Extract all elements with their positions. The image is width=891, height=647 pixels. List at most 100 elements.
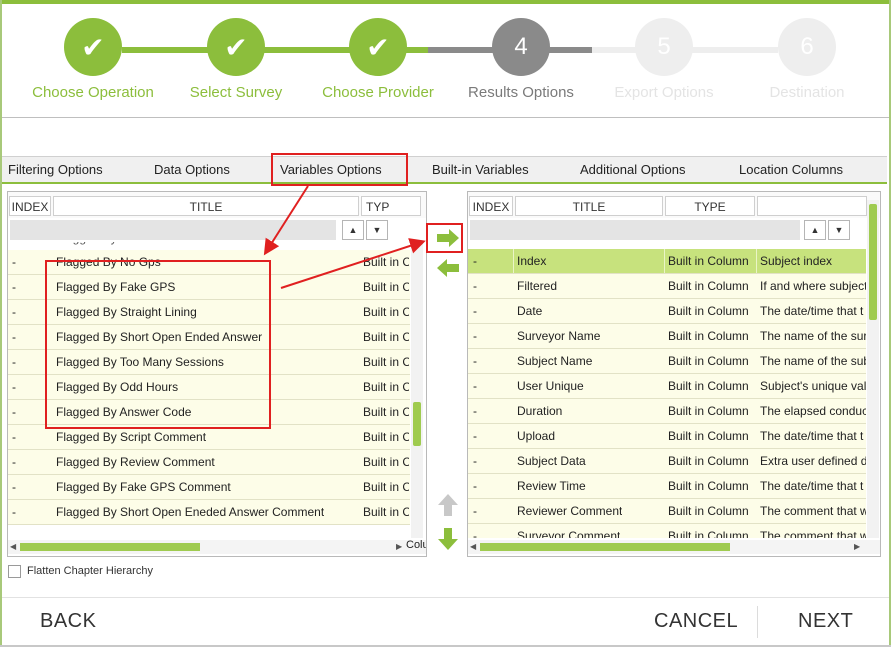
selected-variables-grid: INDEX TITLE TYPE ▲ ▼ - Index Built in Co… <box>467 191 881 557</box>
sort-ascending-button[interactable]: ▲ <box>342 220 364 240</box>
footer-button-separator <box>757 606 758 638</box>
row-index: - <box>473 329 477 343</box>
sort-ascending-button[interactable]: ▲ <box>804 220 826 240</box>
column-header-index[interactable]: INDEX <box>9 196 51 216</box>
row-index: - <box>12 305 16 319</box>
sort-descending-button[interactable]: ▼ <box>828 220 850 240</box>
row-index: - <box>12 505 16 519</box>
column-header-description[interactable] <box>757 196 867 216</box>
column-overflow-text: Colu <box>406 539 427 551</box>
scrollbar-thumb[interactable] <box>869 204 877 320</box>
scrollbar-thumb[interactable] <box>480 543 730 551</box>
annotation-box-rows <box>45 260 271 429</box>
tab-built-in-variables[interactable]: Built-in Variables <box>432 157 529 183</box>
row-type: Built in C <box>363 380 409 394</box>
sort-descending-button[interactable]: ▼ <box>366 220 388 240</box>
tab-additional-options[interactable]: Additional Options <box>580 157 686 183</box>
table-row[interactable]: - User Unique Built in Column Subject's … <box>468 374 866 399</box>
column-header-type[interactable]: TYPE <box>665 196 755 216</box>
step-choose-operation[interactable]: ✔ Choose Operation <box>18 18 168 101</box>
checkmark-icon: ✔ <box>207 18 265 76</box>
table-row[interactable]: - Subject Data Built in Column Extra use… <box>468 449 866 474</box>
scrollbar-thumb[interactable] <box>20 543 200 551</box>
row-type: Built in Column <box>668 279 749 293</box>
step-results-options[interactable]: 4 Results Options <box>446 18 596 101</box>
row-type: Built in Column <box>668 529 749 538</box>
table-row[interactable]: - Reviewer Comment Built in Column The c… <box>468 499 866 524</box>
filter-input[interactable] <box>470 220 800 240</box>
arrow-down-icon <box>438 528 458 550</box>
row-type: Built in C <box>363 480 409 494</box>
flatten-label: Flatten Chapter Hierarchy <box>27 565 153 577</box>
row-index: - <box>473 429 477 443</box>
table-row[interactable]: - Review Time Built in Column The date/t… <box>468 474 866 499</box>
table-row[interactable]: - Subject Name Built in Column The name … <box>468 349 866 374</box>
move-up-button[interactable] <box>434 492 462 518</box>
step-choose-provider[interactable]: ✔ Choose Provider <box>303 18 453 101</box>
row-type: Built in C <box>363 455 409 469</box>
table-row[interactable]: - Duration Built in Column The elapsed c… <box>468 399 866 424</box>
vertical-scrollbar[interactable] <box>867 200 879 538</box>
table-row[interactable]: - Upload Built in Column The date/time t… <box>468 424 866 449</box>
scrollbar-thumb[interactable] <box>413 402 421 446</box>
row-index: - <box>12 455 16 469</box>
remove-variable-button[interactable] <box>434 255 462 281</box>
column-header-title[interactable]: TITLE <box>515 196 663 216</box>
table-row[interactable]: - Surveyor Name Built in Column The name… <box>468 324 866 349</box>
table-row-partial[interactable]: Flagged By ... <box>8 242 410 250</box>
tab-data-options[interactable]: Data Options <box>154 157 230 183</box>
grid-rows: - Index Built in Column Subject index - … <box>468 242 880 538</box>
scroll-left-arrow-icon[interactable]: ◀ <box>470 542 476 551</box>
filter-row: ▲ ▼ <box>8 218 426 242</box>
move-down-button[interactable] <box>434 526 462 552</box>
step-number: 5 <box>635 18 693 76</box>
table-row[interactable]: - Flagged By Review Comment Built in C <box>8 450 410 475</box>
step-select-survey[interactable]: ✔ Select Survey <box>161 18 311 101</box>
arrow-left-icon <box>437 259 459 277</box>
row-title: Flagged By Short Open Eneded Answer Comm… <box>56 505 325 519</box>
table-row[interactable]: - Flagged By Fake GPS Comment Built in C <box>8 475 410 500</box>
row-type: Built in Column <box>668 329 749 343</box>
table-row[interactable]: - Date Built in Column The date/time tha… <box>468 299 866 324</box>
filter-input[interactable] <box>10 220 336 240</box>
scroll-right-arrow-icon[interactable]: ▶ <box>854 542 860 551</box>
grid-header: INDEX TITLE TYPE <box>468 192 880 218</box>
table-row[interactable]: - Surveyor Comment Built in Column The c… <box>468 524 866 538</box>
row-type: Built in C <box>363 355 409 369</box>
next-button[interactable]: NEXT <box>798 610 853 633</box>
table-row[interactable]: - Filtered Built in Column If and where … <box>468 274 866 299</box>
row-title: Subject Data <box>517 454 586 468</box>
table-row-selected[interactable]: - Index Built in Column Subject index <box>468 249 866 274</box>
scroll-left-arrow-icon[interactable]: ◀ <box>10 542 16 551</box>
back-button[interactable]: BACK <box>40 610 96 633</box>
row-index: - <box>12 380 16 394</box>
row-description: Subject's unique val <box>760 379 866 393</box>
row-type: Built in Column <box>668 454 749 468</box>
step-label: Select Survey <box>189 84 283 101</box>
row-index: - <box>473 454 477 468</box>
flatten-chapter-option[interactable]: Flatten Chapter Hierarchy <box>8 563 153 579</box>
step-label: Results Options <box>468 84 574 101</box>
tab-location-columns[interactable]: Location Columns <box>739 157 843 183</box>
scroll-right-arrow-icon[interactable]: ▶ <box>396 542 402 551</box>
table-row[interactable]: - Flagged By Short Open Eneded Answer Co… <box>8 500 410 525</box>
row-index: - <box>473 379 477 393</box>
row-type: Built in Column <box>668 354 749 368</box>
cancel-button[interactable]: CANCEL <box>654 610 738 633</box>
row-index: - <box>473 529 477 538</box>
horizontal-scrollbar[interactable]: ◀ ▶ <box>468 540 880 554</box>
column-header-type[interactable]: TYP <box>361 196 421 216</box>
row-title: Index <box>514 249 664 273</box>
checkmark-icon: ✔ <box>349 18 407 76</box>
tab-filtering-options[interactable]: Filtering Options <box>8 157 103 183</box>
row-type: Built in Column <box>668 479 749 493</box>
column-header-title[interactable]: TITLE <box>53 196 359 216</box>
step-label: Choose Provider <box>322 84 434 101</box>
annotation-box-tab <box>271 153 408 186</box>
annotation-box-add-button <box>426 223 463 253</box>
column-header-index[interactable]: INDEX <box>469 196 513 216</box>
vertical-scrollbar[interactable] <box>411 242 423 538</box>
horizontal-scrollbar[interactable]: ◀ ▶ Colu <box>8 539 427 554</box>
row-description: The comment that w <box>760 504 866 518</box>
flatten-checkbox[interactable] <box>8 564 21 578</box>
